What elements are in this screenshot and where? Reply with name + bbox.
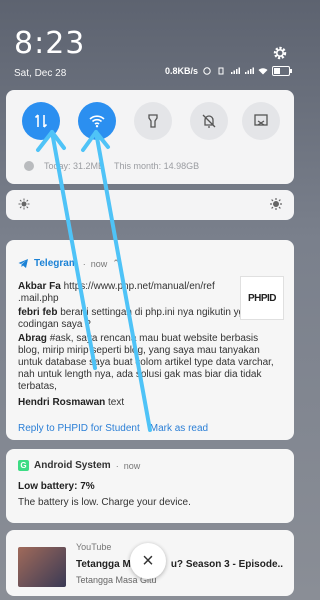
clear-all-button[interactable]: × [130, 543, 166, 579]
data-month: This month: 14.98GB [114, 161, 200, 171]
notification-title: Low battery: 7% [18, 481, 95, 492]
scissors-icon [254, 114, 268, 126]
wifi-toggle[interactable] [78, 102, 116, 140]
date: Sat, Dec 28 [14, 68, 67, 79]
telegram-header: Telegram · now ⌃ [18, 258, 120, 269]
wifi-icon [89, 115, 105, 128]
telegram-notification[interactable]: Telegram · now ⌃ Akbar Fa https://www.ph… [6, 240, 294, 440]
flashlight-icon [148, 114, 158, 128]
data-today: Today: 31.2MB [44, 161, 105, 171]
chevron-up-icon[interactable]: ⌃ [112, 258, 120, 269]
status-bar: 8:23 Sat, Dec 28 0.8KB/s [0, 0, 300, 88]
brightness-slider[interactable] [6, 190, 294, 220]
app-name: Android System [34, 460, 111, 471]
android-system-header: G Android System · now [18, 460, 140, 471]
gear-icon[interactable] [272, 45, 288, 61]
message-line: terbatas, [18, 381, 57, 392]
message-line: .mail.php [18, 293, 59, 304]
message-line: Hendri Rosmawan text [18, 397, 125, 408]
app-name: Telegram [34, 258, 78, 269]
notification-time: now [123, 460, 141, 471]
clock: 8:23 [14, 26, 86, 61]
notification-actions: Reply to PHPID for Student Mark as read [18, 423, 208, 434]
flashlight-toggle[interactable] [134, 102, 172, 140]
bell-off-icon [202, 114, 216, 128]
brightness-low-icon [18, 198, 30, 210]
notification-time: now [90, 258, 108, 269]
data-transfer-icon [34, 114, 48, 128]
alarm-icon [203, 67, 211, 75]
message-line: codingan saya ? [18, 319, 91, 330]
brightness-high-icon [270, 198, 282, 210]
screenshot-toggle[interactable] [242, 102, 280, 140]
android-icon: G [18, 460, 29, 471]
silent-toggle[interactable] [190, 102, 228, 140]
data-usage-icon [24, 161, 34, 171]
telegram-icon [18, 259, 28, 268]
video-thumbnail [18, 547, 66, 587]
group-avatar: PHPID [240, 276, 284, 320]
reply-button[interactable]: Reply to PHPID for Student [18, 423, 140, 434]
status-icons: 0.8KB/s [164, 66, 292, 76]
mobile-data-toggle[interactable] [22, 102, 60, 140]
signal-icon [231, 67, 240, 74]
vibrate-icon [218, 67, 224, 75]
app-name: YouTube [76, 542, 112, 552]
net-speed: 0.8KB/s [164, 66, 198, 76]
data-usage-row: Today: 31.2MB This month: 14.98GB [24, 161, 199, 171]
close-icon: × [142, 549, 154, 572]
notification-body: The battery is low. Charge your device. [18, 497, 191, 508]
battery-icon [272, 66, 292, 76]
video-title: Tetangga Mu? Season 3 - Episode.. [76, 559, 284, 570]
wifi-icon [258, 68, 268, 75]
mark-as-read-button[interactable]: Mark as read [150, 423, 208, 434]
android-system-notification[interactable]: G Android System · now Low battery: 7% T… [6, 449, 294, 523]
signal-icon-2 [245, 67, 254, 74]
quick-settings-panel: Today: 31.2MB This month: 14.98GB [6, 90, 294, 184]
